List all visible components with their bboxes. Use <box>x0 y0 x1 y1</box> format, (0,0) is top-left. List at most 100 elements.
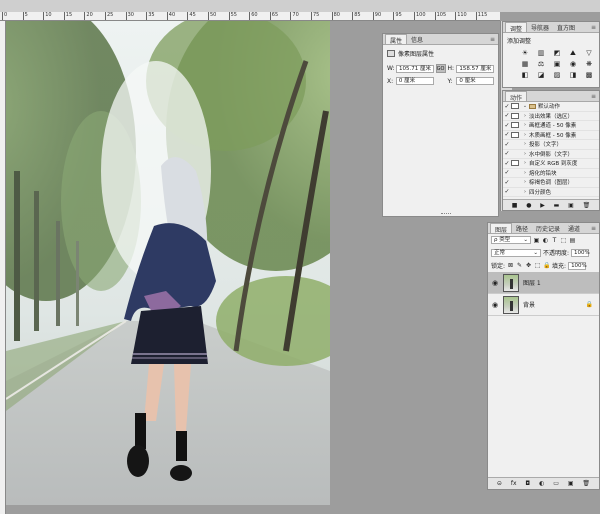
color-balance-icon[interactable]: ⚖ <box>537 61 545 68</box>
width-field[interactable]: 105.71 厘米 <box>396 64 434 73</box>
action-item[interactable]: ✓ › 淡出效果（选区） <box>503 112 599 121</box>
expand-arrow-icon[interactable]: › <box>521 141 529 147</box>
layer-name[interactable]: 背景 <box>523 300 582 309</box>
lock-icon[interactable]: 🔒 <box>586 301 593 308</box>
lock-image-icon[interactable]: ✎ <box>516 262 523 269</box>
posterize-icon[interactable]: ◪ <box>537 72 545 79</box>
expand-arrow-icon[interactable]: › <box>521 113 529 119</box>
resize-grip-icon[interactable] <box>440 213 451 215</box>
toggle-check-icon[interactable]: ✓ <box>503 179 511 186</box>
exposure-icon[interactable]: ⛰ <box>569 50 577 57</box>
toggle-check-icon[interactable]: ✓ <box>503 169 511 176</box>
expand-arrow-icon[interactable]: › <box>521 122 529 128</box>
blend-mode-select[interactable]: 正常 ⌄ <box>491 248 541 257</box>
action-item[interactable]: ✓ › 画框通道 - 50 像素 <box>503 121 599 131</box>
panel-menu-icon[interactable]: ≡ <box>591 225 596 232</box>
black-white-icon[interactable]: ▣ <box>553 61 561 68</box>
dialog-toggle-icon[interactable] <box>511 160 519 167</box>
type-filter-icon[interactable]: T <box>551 237 558 244</box>
layer-mask-icon[interactable]: ◘ <box>525 480 530 487</box>
x-field[interactable]: 0 厘米 <box>395 77 434 85</box>
toggle-check-icon[interactable]: ✓ <box>503 160 511 167</box>
curves-icon[interactable]: ◩ <box>553 50 561 57</box>
document-canvas[interactable] <box>6 21 330 505</box>
expand-arrow-icon[interactable]: › <box>521 189 529 195</box>
shape-filter-icon[interactable]: ⬚ <box>560 237 567 244</box>
tab-history[interactable]: 历史记录 <box>532 223 564 233</box>
pixel-filter-icon[interactable]: ▣ <box>533 237 540 244</box>
toggle-check-icon[interactable]: ✓ <box>503 103 511 110</box>
layer-name[interactable]: 图层 1 <box>523 278 599 287</box>
trash-icon[interactable]: 🗑 <box>582 480 590 487</box>
tab-histogram[interactable]: 直方图 <box>553 22 579 32</box>
lock-artboard-icon[interactable]: ⬚ <box>534 262 541 269</box>
tab-info[interactable]: 信息 <box>407 34 427 44</box>
toggle-check-icon[interactable]: ✓ <box>503 150 511 157</box>
record-icon[interactable]: ● <box>526 202 531 209</box>
adjustment-layer-icon[interactable]: ◐ <box>539 480 544 487</box>
selective-color-icon[interactable]: ▩ <box>585 72 593 79</box>
link-icon[interactable]: GO <box>435 64 446 73</box>
tab-navigator[interactable]: 导航器 <box>527 22 553 32</box>
adjustment-filter-icon[interactable]: ◐ <box>542 237 549 244</box>
dialog-toggle-icon[interactable] <box>511 179 519 185</box>
y-field[interactable]: 0 厘米 <box>456 77 494 85</box>
new-set-icon[interactable]: ▬ <box>554 202 560 209</box>
dialog-toggle-icon[interactable] <box>511 151 519 157</box>
action-item[interactable]: ✓ › 投影（文字） <box>503 140 599 150</box>
channel-mixer-icon[interactable]: ❋ <box>585 61 593 68</box>
play-icon[interactable]: ▶ <box>540 202 545 209</box>
dialog-toggle-icon[interactable] <box>511 170 519 176</box>
lock-transparent-icon[interactable]: ⊠ <box>507 262 514 269</box>
tab-adjustments[interactable]: 调整 <box>505 22 528 33</box>
toggle-check-icon[interactable]: ✓ <box>503 112 511 119</box>
toggle-check-icon[interactable]: ✓ <box>503 188 511 195</box>
tab-channels[interactable]: 通道 <box>564 223 584 233</box>
hue-saturation-icon[interactable]: ▦ <box>521 61 529 68</box>
action-item[interactable]: ✓ › 自定义 RGB 到灰度 <box>503 159 599 169</box>
levels-icon[interactable]: ▥ <box>537 50 545 57</box>
new-layer-icon[interactable]: ▣ <box>568 480 574 487</box>
tab-layers[interactable]: 图层 <box>490 223 513 234</box>
opacity-field[interactable]: 100% <box>571 248 590 257</box>
threshold-icon[interactable]: ▨ <box>553 72 561 79</box>
panel-menu-icon[interactable]: ≡ <box>591 93 596 100</box>
toggle-check-icon[interactable]: ✓ <box>503 122 511 129</box>
dialog-toggle-icon[interactable] <box>511 189 519 195</box>
action-item[interactable]: ✓ ⌄ 默认动作 <box>503 102 599 112</box>
link-layers-icon[interactable]: ⊝ <box>497 480 502 487</box>
vibrance-icon[interactable]: ▽ <box>585 50 593 57</box>
lock-position-icon[interactable]: ✥ <box>525 262 532 269</box>
tab-properties[interactable]: 属性 <box>385 34 408 45</box>
toggle-check-icon[interactable]: ✓ <box>503 131 511 138</box>
fill-field[interactable]: 100% <box>568 261 587 270</box>
visibility-eye-icon[interactable]: ◉ <box>491 301 499 309</box>
trash-icon[interactable]: 🗑 <box>583 202 591 209</box>
dialog-toggle-icon[interactable] <box>511 122 519 129</box>
action-item[interactable]: ✓ › 熔化的铅块 <box>503 169 599 178</box>
expand-arrow-icon[interactable]: › <box>521 132 529 138</box>
expand-arrow-icon[interactable]: › <box>521 160 529 166</box>
new-action-icon[interactable]: ▣ <box>568 202 574 209</box>
group-icon[interactable]: ▭ <box>553 480 559 487</box>
layer-style-icon[interactable]: fx <box>511 480 517 487</box>
lock-all-icon[interactable]: 🔒 <box>543 262 550 269</box>
action-item[interactable]: ✓ › 木质画框 - 50 像素 <box>503 131 599 140</box>
dialog-toggle-icon[interactable] <box>511 131 519 138</box>
photo-filter-icon[interactable]: ◉ <box>569 61 577 68</box>
toggle-check-icon[interactable]: ✓ <box>503 141 511 148</box>
action-item[interactable]: ✓ › 水中倒影（文字） <box>503 150 599 159</box>
expand-arrow-icon[interactable]: › <box>521 179 529 185</box>
height-field[interactable]: 158.57 厘米 <box>456 64 495 73</box>
dialog-toggle-icon[interactable] <box>511 103 519 110</box>
expand-arrow-icon[interactable]: › <box>521 170 529 176</box>
invert-icon[interactable]: ◧ <box>521 72 529 79</box>
stop-icon[interactable]: ■ <box>512 202 518 209</box>
tab-paths[interactable]: 路径 <box>512 223 532 233</box>
layer-filter-select[interactable]: ρ 类型 ⌄ <box>491 236 531 244</box>
panel-menu-icon[interactable]: ≡ <box>591 24 596 31</box>
expand-arrow-icon[interactable]: › <box>521 151 529 157</box>
smart-object-filter-icon[interactable]: ▤ <box>569 237 576 244</box>
horizontal-ruler[interactable]: 0 5 10 15 20 25 30 35 40 45 50 55 60 65 70 75 80 85 90 95 10… <box>0 12 500 21</box>
layer-row[interactable]: ◉ 图层 1 <box>488 272 599 294</box>
